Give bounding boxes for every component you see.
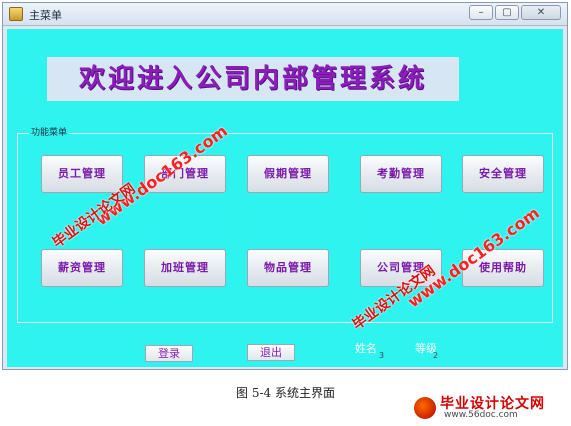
leave-management-button[interactable]: 假期管理 <box>247 155 329 193</box>
title-bar[interactable]: 主菜单 – ▢ ✕ <box>3 3 567 26</box>
footer-logo: 毕业设计论文网 www.56doc.com <box>414 393 566 423</box>
item-management-button[interactable]: 物品管理 <box>247 249 329 287</box>
employee-management-button[interactable]: 员工管理 <box>41 155 123 193</box>
window-controls: – ▢ ✕ <box>469 5 561 21</box>
maximize-button[interactable]: ▢ <box>495 5 519 20</box>
logo-mark-icon <box>414 397 436 419</box>
welcome-banner: 欢迎进入公司内部管理系统 <box>47 57 459 101</box>
exit-button[interactable]: 退出 <box>247 344 295 361</box>
level-value: 2 <box>433 351 439 360</box>
attendance-management-button[interactable]: 考勤管理 <box>360 155 442 193</box>
close-button[interactable]: ✕ <box>521 5 561 20</box>
minimize-button[interactable]: – <box>469 5 493 20</box>
client-area: 欢迎进入公司内部管理系统 功能菜单 员工管理 部门管理 假期管理 考勤管理 安全… <box>7 29 563 367</box>
name-label: 姓名 <box>355 342 377 355</box>
overtime-management-button[interactable]: 加班管理 <box>144 249 226 287</box>
logo-url: www.56doc.com <box>444 410 518 420</box>
name-value: 3 <box>379 351 385 360</box>
login-button[interactable]: 登录 <box>145 345 193 362</box>
security-management-button[interactable]: 安全管理 <box>462 155 544 193</box>
welcome-banner-text: 欢迎进入公司内部管理系统 <box>78 64 427 94</box>
main-menu-window: 主菜单 – ▢ ✕ 欢迎进入公司内部管理系统 功能菜单 员工管理 部门管理 假期… <box>2 2 568 370</box>
salary-management-button[interactable]: 薪资管理 <box>41 249 123 287</box>
window-title: 主菜单 <box>29 9 62 22</box>
function-menu-legend: 功能菜单 <box>29 125 70 138</box>
app-icon <box>9 7 23 21</box>
